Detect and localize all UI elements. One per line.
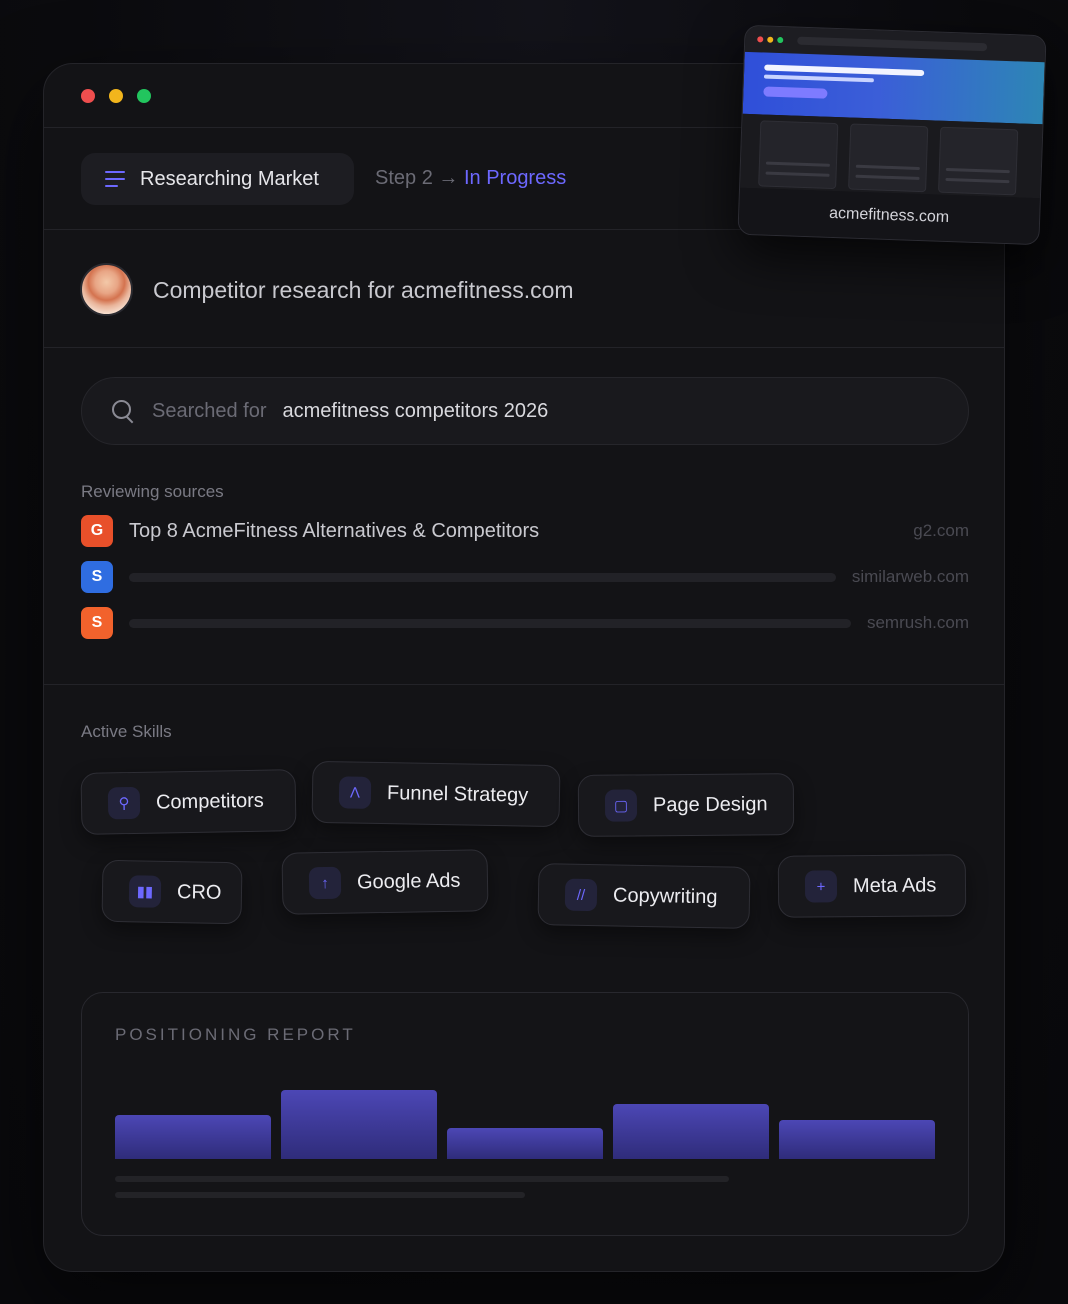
- website-preview-card[interactable]: acmefitness.com: [737, 24, 1047, 246]
- square-icon: ▢: [604, 789, 638, 822]
- skill-label: Funnel Strategy: [386, 781, 529, 807]
- source-domain: semrush.com: [866, 613, 969, 632]
- skill-chip-competitors[interactable]: ⚲ Competitors: [80, 769, 297, 835]
- task-label: Researching Market: [140, 167, 319, 190]
- similarweb-badge: S: [81, 561, 113, 593]
- report-bar: [281, 1090, 437, 1159]
- skill-label: Competitors: [155, 789, 264, 814]
- report-bar: [115, 1115, 271, 1159]
- maximize-window-button[interactable]: [137, 89, 151, 103]
- source-item[interactable]: S similarweb.com: [81, 561, 969, 593]
- preview-cards: [740, 113, 1043, 199]
- loading-placeholder: [129, 618, 851, 628]
- skill-chip-google-ads[interactable]: ↑ Google Ads: [281, 849, 489, 915]
- search-icon: [112, 400, 134, 422]
- skill-label: Page Design: [652, 792, 768, 816]
- step-status: In Progress: [463, 167, 567, 189]
- research-section: Searched for acmefitness competitors 202…: [44, 348, 1004, 685]
- skill-chip-cro[interactable]: ▮▮ CRO: [101, 859, 243, 925]
- minimize-window-button[interactable]: [109, 89, 123, 103]
- app-window: Researching Market Step 2 → In Progress …: [43, 63, 1005, 1272]
- semrush-badge: S: [81, 607, 113, 639]
- g2-badge: G: [81, 515, 113, 547]
- report-title: POSITIONING REPORT: [115, 1025, 356, 1044]
- skill-chip-meta-ads[interactable]: + Meta Ads: [777, 854, 967, 918]
- skill-label: CRO: [176, 880, 222, 904]
- loading-placeholder: [129, 572, 836, 582]
- slashes-icon: //: [564, 878, 598, 912]
- source-item[interactable]: S semrush.com: [81, 607, 969, 639]
- source-domain: g2.com: [913, 521, 969, 540]
- sources-heading: Reviewing sources: [81, 482, 224, 501]
- skill-label: Meta Ads: [852, 873, 937, 897]
- skill-label: Copywriting: [612, 883, 718, 908]
- report-bar: [779, 1120, 935, 1159]
- avatar: [80, 263, 133, 316]
- preview-domain: acmefitness.com: [738, 187, 1040, 245]
- search-icon: ⚲: [107, 786, 141, 820]
- preview-url-bar: [797, 36, 988, 52]
- preview-hero: [742, 51, 1045, 125]
- skill-chip-funnel-strategy[interactable]: Λ Funnel Strategy: [311, 760, 561, 828]
- close-window-button[interactable]: [81, 89, 95, 103]
- text-placeholder-line: [115, 1176, 729, 1182]
- report-bar: [613, 1104, 769, 1159]
- skill-chip-copywriting[interactable]: // Copywriting: [537, 863, 751, 929]
- positioning-report-card[interactable]: POSITIONING REPORT: [81, 992, 969, 1236]
- prompt-text: Competitor research for acmefitness.com: [153, 277, 574, 303]
- report-bar: [447, 1128, 603, 1159]
- step-indicator: Step 2 → In Progress: [375, 167, 566, 190]
- source-title: Top 8 AcmeFitness Alternatives & Competi…: [129, 519, 540, 542]
- source-domain: similarweb.com: [851, 567, 969, 586]
- skill-label: Google Ads: [356, 869, 461, 893]
- task-status-pill[interactable]: Researching Market: [81, 153, 354, 205]
- search-label: Searched for: [152, 399, 267, 422]
- chevron-up-icon: Λ: [338, 776, 372, 809]
- preview-dot: [777, 36, 784, 44]
- active-skills-section: Active Skills ⚲ Competitors Λ Funnel Str…: [44, 685, 1004, 1271]
- preview-dot: [767, 36, 774, 43]
- report-bar-chart: [115, 1063, 936, 1159]
- bar-chart-icon: ▮▮: [128, 875, 162, 908]
- source-item[interactable]: G Top 8 AcmeFitness Alternatives & Compe…: [81, 515, 969, 547]
- search-bar[interactable]: Searched for acmefitness competitors 202…: [81, 377, 969, 445]
- skills-heading: Active Skills: [81, 722, 172, 741]
- skill-chip-page-design[interactable]: ▢ Page Design: [577, 773, 795, 837]
- prompt-row: Competitor research for acmefitness.com: [44, 230, 1004, 348]
- step-label: Step 2 →: [375, 167, 459, 189]
- plus-icon: +: [804, 870, 838, 903]
- search-query: acmefitness competitors 2026: [282, 399, 549, 422]
- menu-icon: [105, 171, 125, 187]
- text-placeholder-line: [115, 1192, 525, 1198]
- arrow-up-icon: ↑: [308, 866, 342, 900]
- preview-dot: [757, 36, 764, 43]
